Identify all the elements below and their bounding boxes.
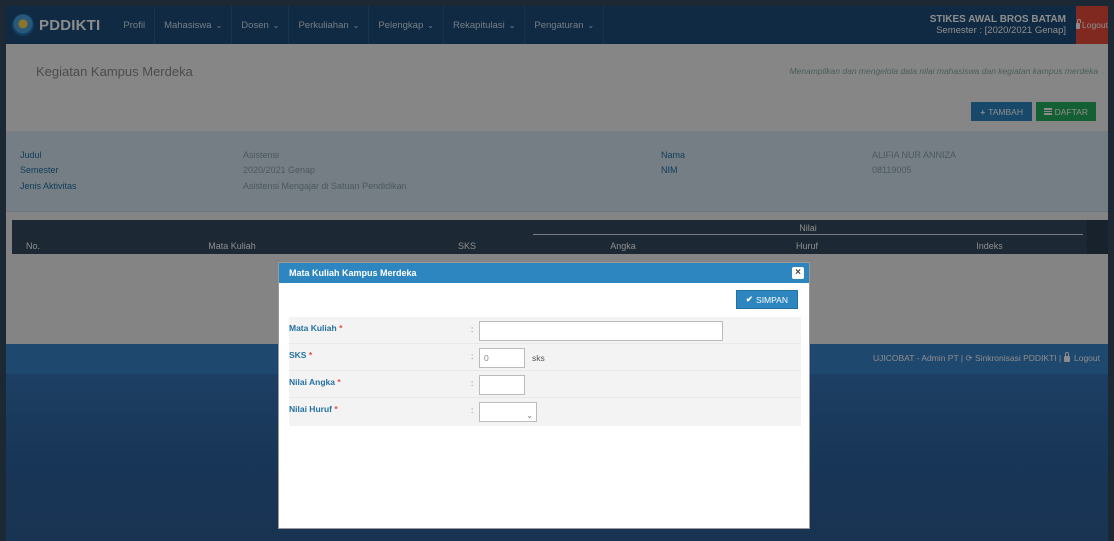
label-text: SKS bbox=[289, 350, 307, 360]
label-text: Nilai Angka bbox=[289, 377, 335, 387]
form-row-nilai-angka: Nilai Angka * : bbox=[289, 371, 801, 398]
check-icon: ✔ bbox=[745, 294, 754, 304]
required-mark: * bbox=[337, 377, 341, 387]
modal-header: Mata Kuliah Kampus Merdeka × bbox=[279, 263, 809, 283]
required-mark: * bbox=[339, 323, 343, 333]
mata-kuliah-modal: Mata Kuliah Kampus Merdeka × ✔ SIMPAN Mat… bbox=[278, 262, 810, 529]
required-mark: * bbox=[334, 404, 338, 414]
mata-kuliah-input[interactable] bbox=[479, 321, 723, 341]
sks-input[interactable]: 0 bbox=[479, 348, 525, 368]
label-text: Nilai Huruf bbox=[289, 404, 332, 414]
nilai-angka-label: Nilai Angka * bbox=[289, 377, 341, 387]
form-row-mata-kuliah: Mata Kuliah * : bbox=[289, 317, 801, 344]
nilai-angka-input[interactable] bbox=[479, 375, 525, 395]
colon: : bbox=[471, 406, 474, 415]
sks-label: SKS * bbox=[289, 350, 312, 360]
modal-title: Mata Kuliah Kampus Merdeka bbox=[289, 268, 417, 278]
close-icon[interactable]: × bbox=[792, 267, 804, 279]
modal-form: Mata Kuliah * : SKS * : 0 sks Nilai Angk… bbox=[289, 317, 801, 426]
colon: : bbox=[471, 379, 474, 388]
form-row-nilai-huruf: Nilai Huruf * : ⌄ bbox=[289, 398, 801, 426]
colon: : bbox=[471, 352, 474, 361]
label-text: Mata Kuliah bbox=[289, 323, 337, 333]
nilai-huruf-label: Nilai Huruf * bbox=[289, 404, 338, 414]
save-button[interactable]: ✔ SIMPAN bbox=[735, 290, 798, 309]
sks-unit: sks bbox=[532, 353, 545, 363]
mata-kuliah-label: Mata Kuliah * bbox=[289, 323, 342, 333]
form-row-sks: SKS * : 0 sks bbox=[289, 344, 801, 371]
colon: : bbox=[471, 325, 474, 334]
required-mark: * bbox=[308, 350, 313, 360]
save-button-label: SIMPAN bbox=[756, 294, 788, 305]
chevron-down-icon: ⌄ bbox=[526, 411, 533, 420]
nilai-huruf-select[interactable]: ⌄ bbox=[479, 402, 537, 422]
